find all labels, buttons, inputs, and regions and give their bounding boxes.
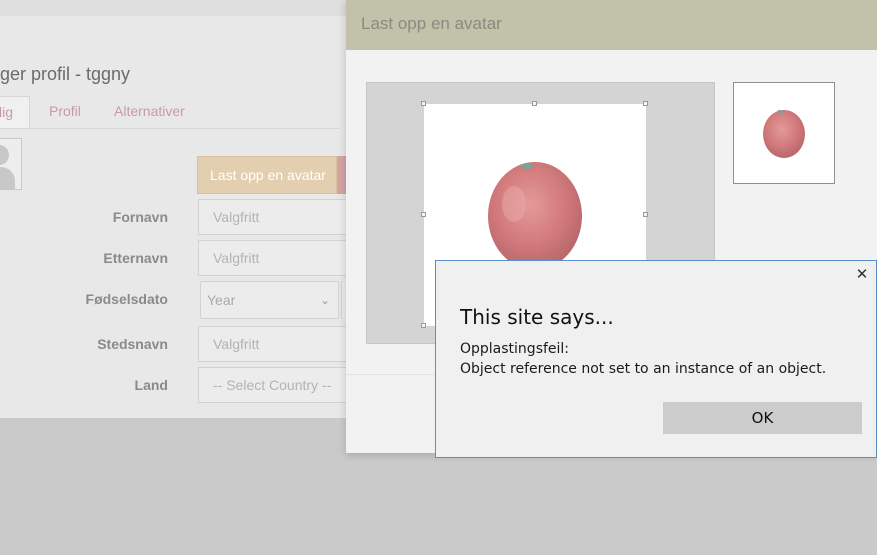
crop-handle-nw[interactable] [421,101,426,106]
browser-alert-dialog: ✕ This site says... Opplastingsfeil: Obj… [435,260,877,458]
modal-title: Last opp en avatar [361,14,502,33]
alert-title: This site says... [460,305,614,329]
place-name-input[interactable]: Valgfritt [198,326,348,362]
avatar [0,138,22,190]
last-name-label: Etternavn [103,250,168,266]
ok-button[interactable]: OK [663,402,862,434]
alert-message-line2: Object reference not set to an instance … [460,361,827,377]
avatar-body-icon [0,167,15,189]
birth-year-select[interactable]: Year ⌄ [200,281,339,319]
avatar-head-icon [0,145,9,165]
crop-handle-n[interactable] [532,101,537,106]
crop-handle-e[interactable] [643,212,648,217]
tab-alternatives[interactable]: Alternativer [114,96,185,128]
birth-date-label: Fødselsdato [85,291,168,307]
upload-avatar-button[interactable]: Last opp en avatar [197,156,337,194]
birth-year-value: Year [207,292,236,308]
tab-general[interactable]: lig [0,96,30,128]
crop-handle-sw[interactable] [421,323,426,328]
profile-tabs: lig Profil Alternativer [0,96,340,129]
avatar-preview [733,82,835,184]
crop-handle-ne[interactable] [643,101,648,106]
first-name-input[interactable]: Valgfritt [198,199,348,235]
page-title: ger profil - tggny [0,64,131,84]
apple-preview-image [763,110,805,158]
first-name-label: Fornavn [112,209,168,225]
alert-message-line1: Opplastingsfeil: [460,341,570,357]
crop-handle-w[interactable] [421,212,426,217]
chevron-down-icon: ⌄ [319,293,330,307]
tab-profile[interactable]: Profil [49,96,81,128]
close-icon[interactable]: ✕ [854,267,870,283]
modal-header: Last opp en avatar [346,0,877,50]
place-name-label: Stedsnavn [97,336,168,352]
country-select[interactable]: -- Select Country -- [198,367,348,403]
country-label: Land [134,377,168,393]
last-name-input[interactable]: Valgfritt [198,240,348,276]
